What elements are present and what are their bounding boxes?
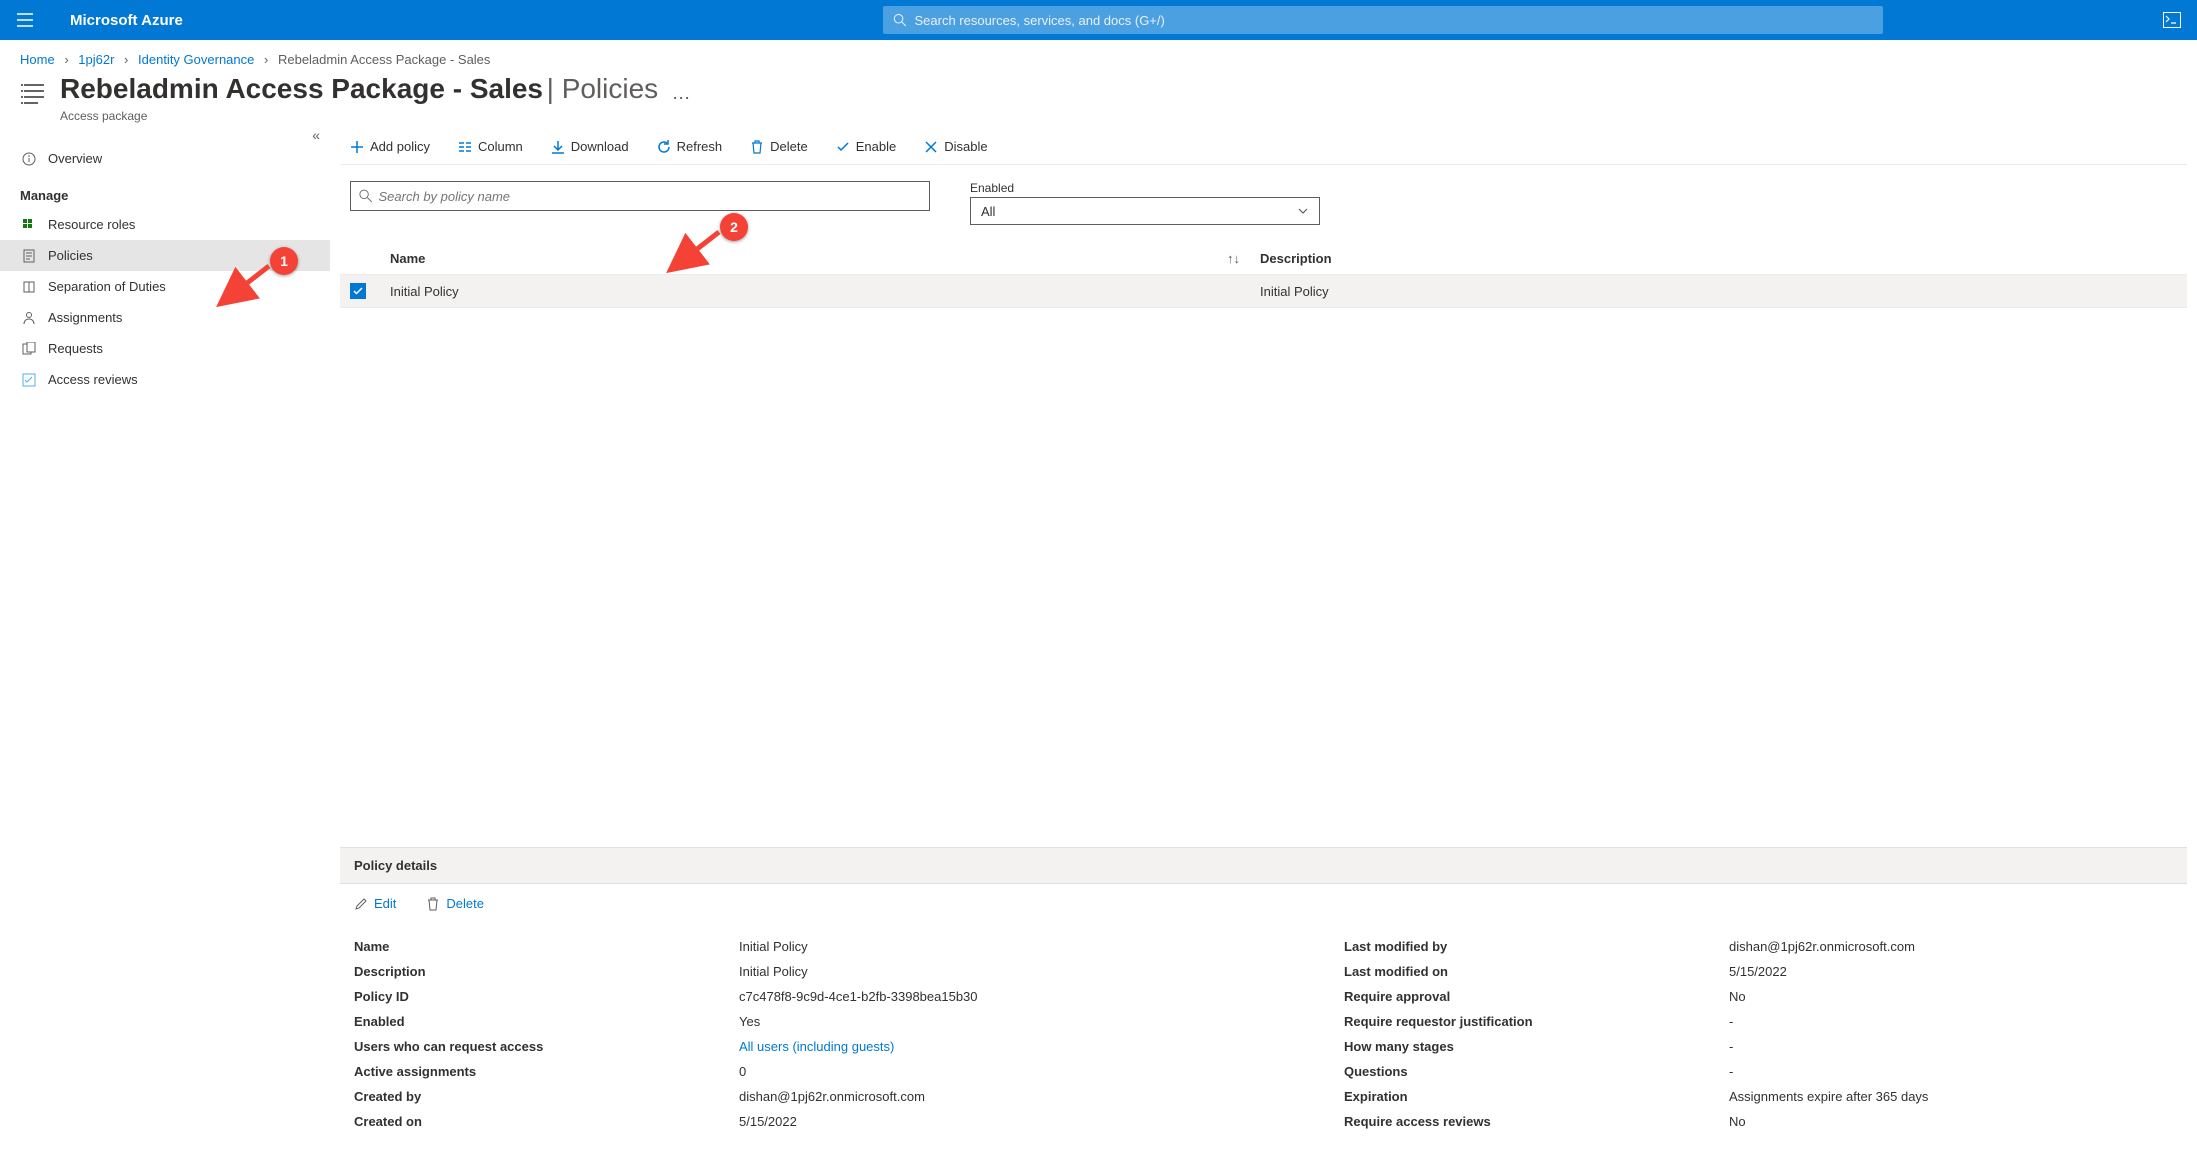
sidebar-item-requests[interactable]: Requests xyxy=(0,333,330,364)
disable-button[interactable]: Disable xyxy=(924,139,987,154)
more-icon[interactable]: ⋯ xyxy=(672,88,690,109)
annotation-1: 1 xyxy=(270,247,298,275)
plus-icon xyxy=(350,140,364,154)
detail-name: Initial Policy xyxy=(739,934,1344,959)
breadcrumb-home[interactable]: Home xyxy=(20,52,55,67)
policy-search-input[interactable] xyxy=(379,189,921,204)
page-subtitle: Policies xyxy=(562,73,658,104)
policy-search-field[interactable] xyxy=(350,181,930,211)
detail-users-link[interactable]: All users (including guests) xyxy=(739,1039,894,1054)
policy-icon xyxy=(20,249,38,263)
detail-created-by: dishan@1pj62r.onmicrosoft.com xyxy=(739,1084,1344,1109)
detail-stages: - xyxy=(1729,1034,2173,1059)
delete-button[interactable]: Delete xyxy=(750,139,808,154)
sidebar-item-label: Overview xyxy=(48,151,102,166)
details-delete-button[interactable]: Delete xyxy=(426,896,484,911)
close-icon xyxy=(924,140,938,154)
menu-icon[interactable] xyxy=(10,5,40,35)
sidebar: « Overview Manage Resource roles Policie… xyxy=(0,133,330,1159)
detail-last-modified-by: dishan@1pj62r.onmicrosoft.com xyxy=(1729,934,2173,959)
detail-require-justification: - xyxy=(1729,1009,2173,1034)
details-right-values: dishan@1pj62r.onmicrosoft.com 5/15/2022 … xyxy=(1729,929,2173,1139)
trash-icon xyxy=(750,140,764,154)
brand-label[interactable]: Microsoft Azure xyxy=(70,12,183,29)
detail-questions: - xyxy=(1729,1059,2173,1084)
global-search[interactable] xyxy=(883,6,1883,34)
chevron-down-icon xyxy=(1297,205,1309,217)
annotation-2: 2 xyxy=(720,213,748,241)
row-checkbox[interactable] xyxy=(350,283,366,299)
page-title-area: Rebeladmin Access Package - Sales | Poli… xyxy=(0,73,2197,133)
check-icon xyxy=(836,140,850,154)
sidebar-item-label: Policies xyxy=(48,248,93,263)
detail-last-modified-on: 5/15/2022 xyxy=(1729,959,2173,984)
detail-require-approval: No xyxy=(1729,984,2173,1009)
manage-section-header: Manage xyxy=(0,174,330,209)
filter-bar: Enabled All xyxy=(340,165,2187,235)
detail-require-reviews: No xyxy=(1729,1109,2173,1134)
sidebar-item-access-reviews[interactable]: Access reviews xyxy=(0,364,330,395)
trash-icon xyxy=(426,897,440,911)
requests-icon xyxy=(20,342,38,356)
separation-icon xyxy=(20,280,38,294)
refresh-button[interactable]: Refresh xyxy=(657,139,723,154)
sidebar-item-label: Assignments xyxy=(48,310,122,325)
table-header: Name↑↓ Description xyxy=(340,243,2187,275)
policy-details-pane: Policy details Edit Delete Name Descript… xyxy=(340,847,2187,1159)
sidebar-item-label: Access reviews xyxy=(48,372,138,387)
grid-icon xyxy=(20,218,38,232)
detail-created-on: 5/15/2022 xyxy=(739,1109,1344,1134)
sort-icon[interactable]: ↑↓ xyxy=(1227,251,1240,266)
detail-description: Initial Policy xyxy=(739,959,1344,984)
enabled-filter-label: Enabled xyxy=(970,181,1320,195)
table-row[interactable]: Initial Policy Initial Policy xyxy=(340,275,2187,308)
columns-icon xyxy=(458,140,472,154)
detail-active-assignments: 0 xyxy=(739,1059,1344,1084)
resource-type-label: Access package xyxy=(60,109,658,123)
detail-expiration: Assignments expire after 365 days xyxy=(1729,1084,2173,1109)
sidebar-item-label: Resource roles xyxy=(48,217,135,232)
refresh-icon xyxy=(657,140,671,154)
detail-enabled: Yes xyxy=(739,1009,1344,1034)
row-name: Initial Policy xyxy=(390,284,1260,299)
cloud-shell-icon[interactable] xyxy=(2157,5,2187,35)
breadcrumb: Home › 1pj62r › Identity Governance › Re… xyxy=(0,40,2197,73)
enabled-filter-dropdown[interactable]: All xyxy=(970,197,1320,225)
policies-table: Name↑↓ Description Initial Policy Initia… xyxy=(340,243,2187,308)
breadcrumb-tenant[interactable]: 1pj62r xyxy=(78,52,114,67)
details-header: Policy details xyxy=(340,847,2187,884)
info-icon xyxy=(20,152,38,166)
sidebar-item-overview[interactable]: Overview xyxy=(0,143,330,174)
breadcrumb-current: Rebeladmin Access Package - Sales xyxy=(278,52,490,67)
sidebar-item-resource-roles[interactable]: Resource roles xyxy=(0,209,330,240)
command-bar: Add policy Column Download Refresh Delet… xyxy=(340,133,2187,165)
access-package-icon xyxy=(20,79,48,107)
sidebar-item-assignments[interactable]: Assignments xyxy=(0,302,330,333)
page-title: Rebeladmin Access Package - Sales xyxy=(60,73,543,104)
collapse-sidebar-icon[interactable]: « xyxy=(312,127,320,143)
reviews-icon xyxy=(20,373,38,387)
details-left-labels: Name Description Policy ID Enabled Users… xyxy=(354,929,739,1139)
edit-button[interactable]: Edit xyxy=(354,896,396,911)
detail-policy-id: c7c478f8-9c9d-4ce1-b2fb-3398bea15b30 xyxy=(739,984,1344,1009)
sidebar-item-separation-of-duties[interactable]: Separation of Duties xyxy=(0,271,330,302)
breadcrumb-identity-governance[interactable]: Identity Governance xyxy=(138,52,254,67)
download-button[interactable]: Download xyxy=(551,139,629,154)
person-icon xyxy=(20,311,38,325)
download-icon xyxy=(551,140,565,154)
column-button[interactable]: Column xyxy=(458,139,523,154)
sidebar-item-label: Requests xyxy=(48,341,103,356)
top-bar: Microsoft Azure xyxy=(0,0,2197,40)
enable-button[interactable]: Enable xyxy=(836,139,896,154)
edit-icon xyxy=(354,897,368,911)
row-description: Initial Policy xyxy=(1260,284,2177,299)
details-left-values: Initial Policy Initial Policy c7c478f8-9… xyxy=(739,929,1344,1139)
details-right-labels: Last modified by Last modified on Requir… xyxy=(1344,929,1729,1139)
sidebar-item-label: Separation of Duties xyxy=(48,279,166,294)
main-content: Add policy Column Download Refresh Delet… xyxy=(330,133,2197,1159)
global-search-input[interactable] xyxy=(914,13,1872,28)
add-policy-button[interactable]: Add policy xyxy=(350,139,430,154)
